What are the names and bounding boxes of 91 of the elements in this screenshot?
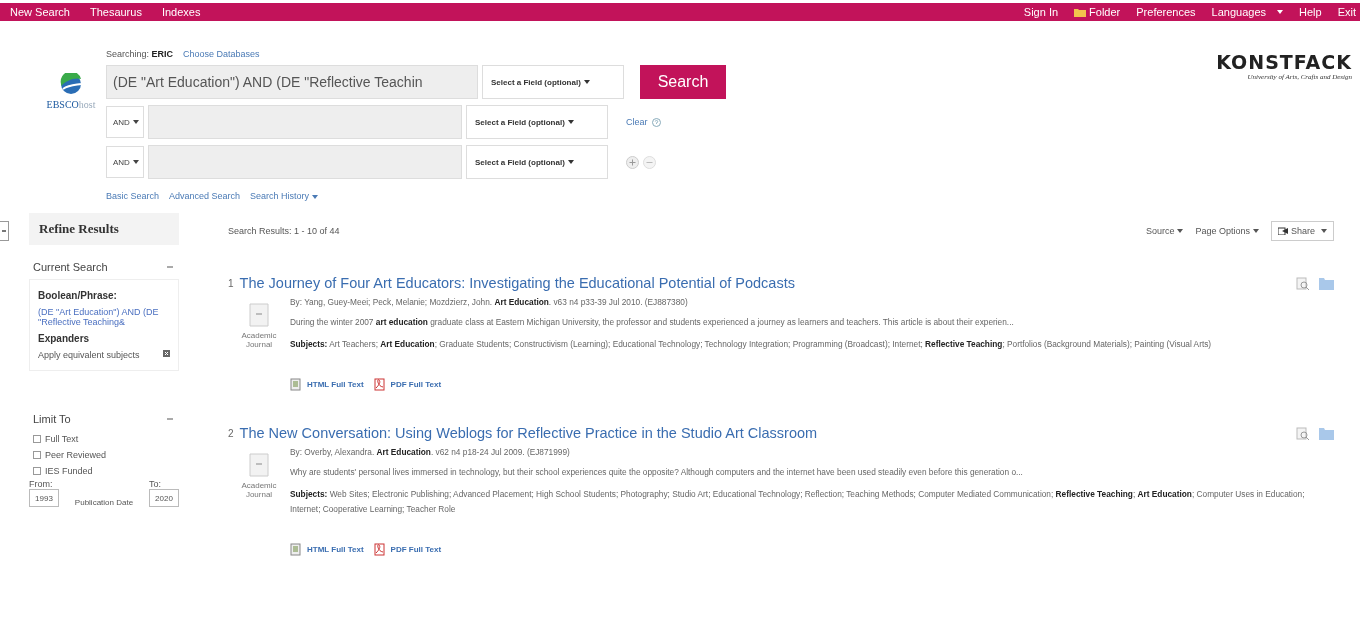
date-label: From: — [29, 479, 54, 489]
nav-link[interactable]: Help — [1299, 6, 1322, 18]
html-document-icon — [290, 378, 301, 391]
section-heading[interactable]: Limit To — [33, 413, 71, 425]
refine-results-heading: Refine Results — [29, 213, 179, 245]
checkbox[interactable] — [33, 435, 41, 443]
year-field[interactable]: 2020 — [149, 489, 179, 507]
nav-link[interactable]: New Search — [10, 6, 70, 18]
full-text-link[interactable]: HTML Full Text — [290, 543, 364, 556]
document-icon — [249, 453, 269, 477]
collapse-sidebar-tab[interactable] — [0, 221, 9, 241]
expander-text: Apply equivalent subjects — [38, 350, 140, 360]
caret-icon — [132, 160, 139, 164]
caret-icon — [567, 120, 574, 124]
caret-icon — [132, 120, 139, 124]
results-summary: Search Results: 1 - 10 of 44 — [228, 226, 340, 236]
institution-name: KONSTFACK — [1216, 51, 1352, 73]
field-select[interactable]: Select a Field (optional) — [482, 65, 624, 99]
result-number: 2 — [228, 427, 234, 439]
choose-databases-link[interactable]: Choose Databases — [183, 49, 260, 59]
subjects: Subjects: Web Sites; Electronic Publishing; Advanced Placement; High School Students; Photography; Studio Art; Educational Technology; Reflection; Teaching Methods; Computer Mediated Communication; Reflective Teaching; Art Education; Computer Uses in Education; Internet; Cooperative Learning; Teacher Role — [290, 488, 1306, 516]
search-button[interactable]: Search — [640, 65, 726, 99]
searching-label: Searching: ERIC — [106, 49, 174, 59]
pdf-document-icon — [373, 378, 385, 391]
field-select[interactable]: Select a Field (optional) — [466, 105, 608, 139]
remove-icon[interactable] — [163, 350, 170, 357]
result-title-link[interactable]: The Journey of Four Art Educators: Investigating the Educational Potential of Podcasts — [239, 275, 795, 291]
caret-icon — [1177, 229, 1184, 233]
toolbar-menu[interactable]: Share — [1270, 221, 1334, 241]
checkbox[interactable] — [33, 467, 41, 475]
nav-link[interactable]: Thesaurus — [89, 6, 142, 18]
nav-link[interactable]: Indexes — [161, 6, 201, 18]
operator-select[interactable]: AND — [106, 106, 144, 138]
nav-link[interactable]: Folder — [1074, 6, 1121, 18]
help-icon[interactable] — [651, 117, 661, 127]
caret-icon — [1252, 229, 1259, 233]
nav-link[interactable]: Languages — [1211, 6, 1284, 18]
abstract: During the winter 2007 art education graduate class at Eastern Michigan University, the professor and students experienced a journey as learners and teachers. This article is about their experien... — [290, 317, 1015, 327]
caret-icon — [1277, 10, 1284, 14]
publication-type: Academic Journal — [240, 331, 278, 349]
toolbar-menu[interactable]: Source — [1145, 226, 1184, 236]
full-text-link[interactable]: PDF Full Text — [373, 378, 442, 391]
date-range-label: Publication Date — [73, 498, 135, 507]
search-mode-link[interactable]: Search History — [250, 191, 319, 201]
panel-label: Expanders — [38, 333, 91, 344]
nav-link[interactable]: Exit — [1337, 6, 1356, 18]
publication-type: Academic Journal — [240, 481, 278, 499]
logo-text: EBSCOhost — [46, 99, 96, 110]
full-text-link[interactable]: PDF Full Text — [373, 543, 442, 556]
caret-icon — [312, 194, 319, 199]
nav-link[interactable]: Preferences — [1136, 6, 1196, 18]
pdf-document-icon — [373, 543, 385, 556]
folder-icon[interactable] — [1319, 276, 1334, 290]
search-field[interactable]: (DE "Art Education") AND (DE "Reflective Teachin — [106, 65, 478, 99]
checkbox-label: IES Funded — [45, 466, 93, 476]
search-mode-link[interactable]: Basic Search — [106, 191, 160, 201]
search-field[interactable] — [148, 105, 462, 139]
field-select[interactable]: Select a Field (optional) — [466, 145, 608, 179]
add-row-icon[interactable] — [626, 155, 639, 169]
query-link[interactable]: (DE "Art Education") AND (DE "Reflective Teaching& — [38, 307, 170, 327]
folder-icon — [1074, 7, 1087, 17]
search-mode-link[interactable]: Advanced Search — [169, 191, 241, 201]
caret-icon — [1321, 229, 1327, 233]
abstract: Why are students' personal lives immersed in technology, but their school experiences quite the opposite? Although computers and the internet have been used steadily even before this generation o... — [290, 467, 1024, 477]
preview-icon[interactable] — [1296, 426, 1309, 440]
full-text-link[interactable]: HTML Full Text — [290, 378, 364, 391]
clear-link[interactable]: Clear — [626, 117, 648, 127]
byline: By: Overby, Alexandra. Art Education. v62 n4 p18-24 Jul 2009. (EJ871999) — [290, 447, 571, 457]
nav-link[interactable]: Sign In — [1023, 6, 1059, 18]
html-document-icon — [290, 543, 301, 556]
folder-icon[interactable] — [1319, 426, 1334, 440]
search-field[interactable] — [148, 145, 462, 179]
preview-icon[interactable] — [1296, 276, 1309, 290]
caret-icon — [583, 80, 590, 84]
section-heading[interactable]: Current Search — [33, 261, 108, 273]
year-field[interactable]: 1993 — [29, 489, 59, 507]
checkbox[interactable] — [33, 451, 41, 459]
panel-label: Boolean/Phrase: — [38, 290, 118, 301]
date-label: To: — [149, 479, 162, 489]
operator-select[interactable]: AND — [106, 146, 144, 178]
document-icon — [249, 303, 269, 327]
checkbox-label: Full Text — [45, 434, 79, 444]
globe-logo-icon — [60, 73, 82, 95]
byline: By: Yang, Guey-Meei; Peck, Melanie; Mozdzierz, John. Art Education. v63 n4 p33-39 Jul 2010. (EJ887380) — [290, 297, 689, 307]
result-title-link[interactable]: The New Conversation: Using Weblogs for Reflective Practice in the Studio Art Classroom — [239, 425, 818, 441]
checkbox-label: Peer Reviewed — [45, 450, 107, 460]
remove-row-icon[interactable] — [643, 155, 656, 169]
result-number: 1 — [228, 277, 234, 289]
caret-icon — [567, 160, 574, 164]
subjects: Subjects: Art Teachers; Art Education; Graduate Students; Constructivism (Learning); Educational Technology; Technology Integration; Programming (Broadcast); Internet; Reflective Teaching; Portfolios (Background Materials); Painting (Visual Arts) — [290, 338, 1212, 351]
toolbar-menu[interactable]: Page Options — [1195, 226, 1259, 236]
